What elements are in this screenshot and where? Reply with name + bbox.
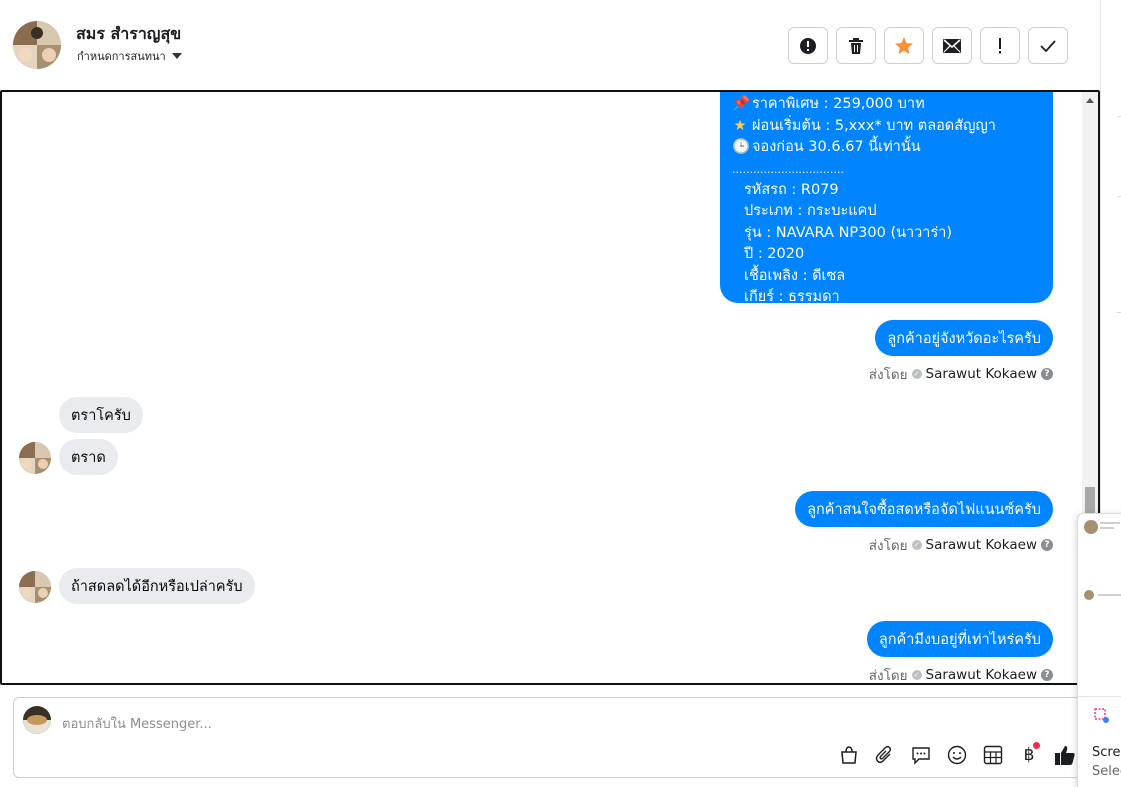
popup-subtitle: Selec bbox=[1092, 764, 1121, 779]
payment-icon[interactable]: ฿ bbox=[1018, 742, 1040, 766]
exclamation-icon bbox=[999, 37, 1001, 53]
popup-avatar bbox=[1084, 520, 1098, 534]
card-line-year: ปี : 2020 bbox=[744, 246, 805, 262]
screenshot-tool-popup[interactable]: Scre Selec bbox=[1077, 513, 1121, 787]
contact-name[interactable]: สมร สำราญสุข bbox=[76, 22, 181, 47]
emoji-icon[interactable] bbox=[946, 744, 968, 766]
clock-icon: 🕒 bbox=[732, 139, 751, 155]
envelope-icon bbox=[943, 38, 961, 53]
calculator-icon[interactable] bbox=[982, 744, 1004, 766]
composer-tools: ฿ bbox=[838, 742, 1076, 766]
alert-circle-icon bbox=[800, 37, 816, 54]
like-icon[interactable] bbox=[1054, 744, 1076, 766]
agent-name: Sarawut Kokaew bbox=[925, 537, 1038, 553]
scroll-thumb[interactable] bbox=[1085, 487, 1095, 513]
sent-by-info: ส่งโดย ✓ Sarawut Kokaew ? bbox=[869, 363, 1053, 385]
sent-by-info: ส่งโดย ✓ Sarawut Kokaew ? bbox=[869, 534, 1053, 556]
assign-label: กำหนดการสนทนา bbox=[77, 50, 166, 63]
mark-important-button[interactable] bbox=[980, 27, 1020, 64]
conversation-header: สมร สำราญสุข กำหนดการสนทนา bbox=[0, 0, 1100, 90]
card-line-fuel: เชื้อเพลิง : ดีเซล bbox=[744, 267, 846, 284]
saved-reply-icon[interactable] bbox=[910, 744, 932, 766]
verified-icon: ✓ bbox=[911, 540, 922, 550]
sent-by-info: ส่งโดย ✓ Sarawut Kokaew ? bbox=[869, 664, 1053, 683]
incoming-message[interactable]: ตราด bbox=[59, 439, 118, 475]
outgoing-message[interactable]: ลูกค้ามีงบอยู่ที่เท่าไหร่ครับ bbox=[866, 621, 1053, 657]
spam-button[interactable] bbox=[788, 27, 828, 64]
assign-conversation-dropdown[interactable]: กำหนดการสนทนา bbox=[77, 47, 182, 65]
outgoing-message[interactable]: ลูกค้าสนใจซื้อสดหรือจัดไฟแนนซ์ครับ bbox=[795, 491, 1053, 527]
card-line-price: 📌 ราคาพิเศษ : 259,000 บาท bbox=[732, 94, 1041, 116]
incoming-message[interactable]: ถ้าสดลดได้อีกหรือเปล่าครับ bbox=[59, 568, 255, 604]
agent-name: Sarawut Kokaew bbox=[925, 667, 1038, 683]
page-avatar bbox=[23, 706, 51, 734]
mark-unread-button[interactable] bbox=[932, 27, 972, 64]
star-emoji-icon: ★ bbox=[733, 117, 747, 134]
verified-icon: ✓ bbox=[911, 670, 922, 680]
check-icon bbox=[1040, 39, 1056, 52]
delete-button[interactable] bbox=[836, 27, 876, 64]
mark-done-button[interactable] bbox=[1028, 27, 1068, 64]
messenger-inbox: สมร สำราญสุข กำหนดการสนทนา 📌 ราคาพิเศษ:… bbox=[0, 0, 1121, 787]
star-icon bbox=[895, 36, 913, 54]
card-line-deadline: 🕒 จองก่อน 30.6.67 นี้เท่านั้น bbox=[732, 137, 1041, 159]
header-actions bbox=[788, 27, 1068, 64]
verified-icon: ✓ bbox=[911, 369, 922, 379]
scroll-up-arrow-icon[interactable] bbox=[1086, 98, 1094, 103]
popup-avatar-small bbox=[1084, 590, 1094, 600]
card-line-code: รหัสรถ : R079 bbox=[744, 181, 839, 198]
snipping-tool-icon bbox=[1094, 708, 1110, 724]
outgoing-message[interactable]: ลูกค้าอยู่จังหวัดอะไรครับ bbox=[875, 320, 1053, 356]
shop-bag-icon[interactable] bbox=[838, 744, 860, 766]
sender-avatar[interactable] bbox=[19, 571, 51, 603]
notification-dot bbox=[1033, 742, 1040, 749]
help-icon: ? bbox=[1041, 368, 1053, 380]
message-thread[interactable]: 📌 ราคาพิเศษ : 259,000 บาท ★ ผ่อนเริ่มต้น :… bbox=[0, 90, 1100, 685]
attachment-icon[interactable] bbox=[874, 744, 896, 766]
sender-avatar[interactable] bbox=[19, 442, 51, 474]
vehicle-card-message: 📌 ราคาพิเศษ : 259,000 บาท ★ ผ่อนเริ่มต้น :… bbox=[720, 92, 1053, 305]
contact-avatar[interactable] bbox=[13, 21, 61, 69]
reply-input[interactable]: ตอบกลับใน Messenger... bbox=[62, 713, 212, 734]
pin-icon: 📌 bbox=[732, 96, 751, 112]
card-separator: ................................ bbox=[732, 162, 844, 176]
incoming-message[interactable]: ตราโครับ bbox=[59, 397, 143, 433]
star-button[interactable] bbox=[884, 27, 924, 64]
agent-name: Sarawut Kokaew bbox=[925, 366, 1038, 382]
trash-icon bbox=[849, 37, 863, 54]
card-line-type: ประเภท : กระบะแคป bbox=[744, 203, 877, 219]
help-icon: ? bbox=[1041, 539, 1053, 551]
card-line-model: รุ่น : NAVARA NP300 (นาวาร่า) bbox=[744, 224, 953, 241]
card-line-gear: เกียร์ : ธรรมดา bbox=[744, 289, 840, 305]
popup-title: Scre bbox=[1092, 745, 1121, 760]
reply-composer[interactable]: ตอบกลับใน Messenger... ฿ bbox=[13, 697, 1083, 778]
caret-down-icon bbox=[171, 53, 182, 59]
help-icon: ? bbox=[1041, 669, 1053, 681]
card-line-installment: ★ ผ่อนเริ่มต้น : 5,xxx* บาท ตลอดสัญญา bbox=[732, 116, 1041, 138]
